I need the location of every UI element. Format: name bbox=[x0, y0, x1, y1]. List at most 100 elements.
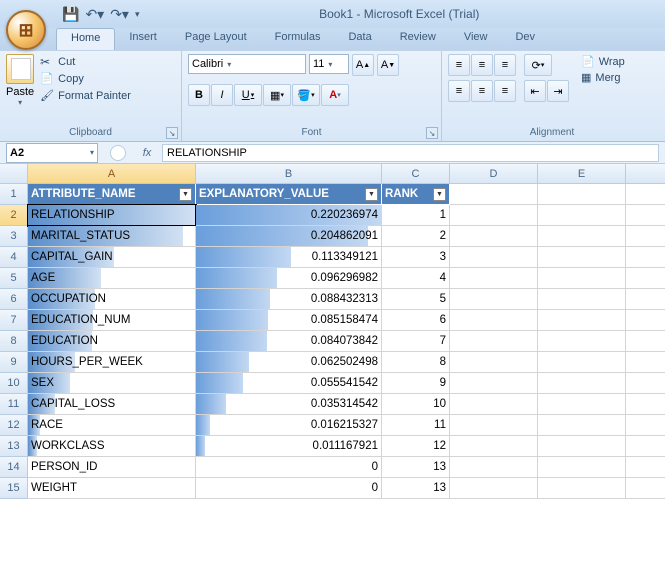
cell-E6[interactable] bbox=[538, 289, 626, 310]
cell-C9[interactable]: 8 bbox=[382, 352, 450, 373]
cell-B12[interactable]: 0.016215327 bbox=[196, 415, 382, 436]
cell-extra-15[interactable] bbox=[626, 478, 665, 499]
orientation-button[interactable]: ⟳▾ bbox=[524, 54, 552, 76]
cell-D9[interactable] bbox=[450, 352, 538, 373]
cut-button[interactable]: Cut bbox=[38, 54, 133, 70]
cell-E7[interactable] bbox=[538, 310, 626, 331]
cell-E11[interactable] bbox=[538, 394, 626, 415]
cell-D10[interactable] bbox=[450, 373, 538, 394]
cell-A9[interactable]: HOURS_PER_WEEK bbox=[28, 352, 196, 373]
cell-A10[interactable]: SEX bbox=[28, 373, 196, 394]
row-head-10[interactable]: 10 bbox=[0, 373, 28, 394]
save-icon[interactable]: 💾 bbox=[62, 6, 79, 23]
cell-extra-13[interactable] bbox=[626, 436, 665, 457]
cell-D14[interactable] bbox=[450, 457, 538, 478]
tab-data[interactable]: Data bbox=[334, 28, 385, 50]
col-head-C[interactable]: C bbox=[382, 164, 450, 184]
font-size-combo[interactable]: 11▾ bbox=[309, 54, 349, 74]
align-right-button[interactable]: ≡ bbox=[494, 80, 516, 102]
row-head-8[interactable]: 8 bbox=[0, 331, 28, 352]
cell-A11[interactable]: CAPITAL_LOSS bbox=[28, 394, 196, 415]
cell-C12[interactable]: 11 bbox=[382, 415, 450, 436]
font-dialog-launcher[interactable]: ↘ bbox=[426, 127, 438, 139]
cell-A2[interactable]: RELATIONSHIP bbox=[28, 205, 196, 226]
col-head-A[interactable]: A bbox=[28, 164, 196, 184]
fx-cancel-icon[interactable] bbox=[110, 145, 126, 161]
row-head-1[interactable]: 1 bbox=[0, 184, 28, 205]
align-left-button[interactable]: ≡ bbox=[448, 80, 470, 102]
cell-extra-1[interactable] bbox=[626, 184, 665, 205]
cell-A7[interactable]: EDUCATION_NUM bbox=[28, 310, 196, 331]
grow-font-button[interactable]: A▲ bbox=[352, 54, 374, 76]
tab-insert[interactable]: Insert bbox=[115, 28, 171, 50]
cell-D11[interactable] bbox=[450, 394, 538, 415]
cell-E3[interactable] bbox=[538, 226, 626, 247]
cell-extra-11[interactable] bbox=[626, 394, 665, 415]
tab-formulas[interactable]: Formulas bbox=[261, 28, 335, 50]
row-head-5[interactable]: 5 bbox=[0, 268, 28, 289]
cell-D8[interactable] bbox=[450, 331, 538, 352]
cell-E10[interactable] bbox=[538, 373, 626, 394]
row-head-9[interactable]: 9 bbox=[0, 352, 28, 373]
align-bottom-button[interactable]: ≡ bbox=[494, 54, 516, 76]
tab-dev[interactable]: Dev bbox=[501, 28, 549, 50]
cell-extra-14[interactable] bbox=[626, 457, 665, 478]
filter-icon[interactable]: ▼ bbox=[433, 188, 446, 201]
cell-C13[interactable]: 12 bbox=[382, 436, 450, 457]
cell-B6[interactable]: 0.088432313 bbox=[196, 289, 382, 310]
cell-E4[interactable] bbox=[538, 247, 626, 268]
cell-A3[interactable]: MARITAL_STATUS bbox=[28, 226, 196, 247]
cell-extra-6[interactable] bbox=[626, 289, 665, 310]
cell-E1[interactable] bbox=[538, 184, 626, 205]
row-head-2[interactable]: 2 bbox=[0, 205, 28, 226]
cell-C10[interactable]: 9 bbox=[382, 373, 450, 394]
cell-E12[interactable] bbox=[538, 415, 626, 436]
cell-C3[interactable]: 2 bbox=[382, 226, 450, 247]
cell-B9[interactable]: 0.062502498 bbox=[196, 352, 382, 373]
cell-extra-5[interactable] bbox=[626, 268, 665, 289]
cell-E8[interactable] bbox=[538, 331, 626, 352]
underline-button[interactable]: U▾ bbox=[234, 84, 262, 106]
cell-C11[interactable]: 10 bbox=[382, 394, 450, 415]
cell-A6[interactable]: OCCUPATION bbox=[28, 289, 196, 310]
cell-D13[interactable] bbox=[450, 436, 538, 457]
cell-D3[interactable] bbox=[450, 226, 538, 247]
cell-B10[interactable]: 0.055541542 bbox=[196, 373, 382, 394]
clipboard-dialog-launcher[interactable]: ↘ bbox=[166, 127, 178, 139]
cell-D2[interactable] bbox=[450, 205, 538, 226]
cell-extra-3[interactable] bbox=[626, 226, 665, 247]
cell-C7[interactable]: 6 bbox=[382, 310, 450, 331]
format-painter-button[interactable]: Format Painter bbox=[38, 88, 133, 104]
paste-button[interactable]: Paste ▾ bbox=[6, 54, 34, 107]
cell-D1[interactable] bbox=[450, 184, 538, 205]
row-head-11[interactable]: 11 bbox=[0, 394, 28, 415]
cell-B3[interactable]: 0.204862091 bbox=[196, 226, 382, 247]
cell-A13[interactable]: WORKCLASS bbox=[28, 436, 196, 457]
cell-E14[interactable] bbox=[538, 457, 626, 478]
border-button[interactable]: ▦▾ bbox=[263, 84, 291, 106]
align-top-button[interactable]: ≡ bbox=[448, 54, 470, 76]
cell-C14[interactable]: 13 bbox=[382, 457, 450, 478]
cell-A8[interactable]: EDUCATION bbox=[28, 331, 196, 352]
cell-B15[interactable]: 0 bbox=[196, 478, 382, 499]
cell-B7[interactable]: 0.085158474 bbox=[196, 310, 382, 331]
cell-extra-9[interactable] bbox=[626, 352, 665, 373]
cell-A12[interactable]: RACE bbox=[28, 415, 196, 436]
align-center-button[interactable]: ≡ bbox=[471, 80, 493, 102]
fill-color-button[interactable]: 🪣▾ bbox=[292, 84, 320, 106]
cell-D7[interactable] bbox=[450, 310, 538, 331]
cell-extra-10[interactable] bbox=[626, 373, 665, 394]
wrap-text-button[interactable]: 📄Wrap bbox=[579, 54, 627, 69]
worksheet-grid[interactable]: ABCDE1ATTRIBUTE_NAME▼EXPLANATORY_VALUE▼R… bbox=[0, 164, 665, 499]
filter-icon[interactable]: ▼ bbox=[179, 188, 192, 201]
row-head-12[interactable]: 12 bbox=[0, 415, 28, 436]
tab-review[interactable]: Review bbox=[386, 28, 450, 50]
tab-home[interactable]: Home bbox=[56, 28, 115, 50]
merge-center-button[interactable]: ▦Merg bbox=[579, 70, 627, 85]
cell-E13[interactable] bbox=[538, 436, 626, 457]
row-head-4[interactable]: 4 bbox=[0, 247, 28, 268]
tab-page-layout[interactable]: Page Layout bbox=[171, 28, 261, 50]
col-head-E[interactable]: E bbox=[538, 164, 626, 184]
row-head-6[interactable]: 6 bbox=[0, 289, 28, 310]
increase-indent-button[interactable]: ⇥ bbox=[547, 80, 569, 102]
